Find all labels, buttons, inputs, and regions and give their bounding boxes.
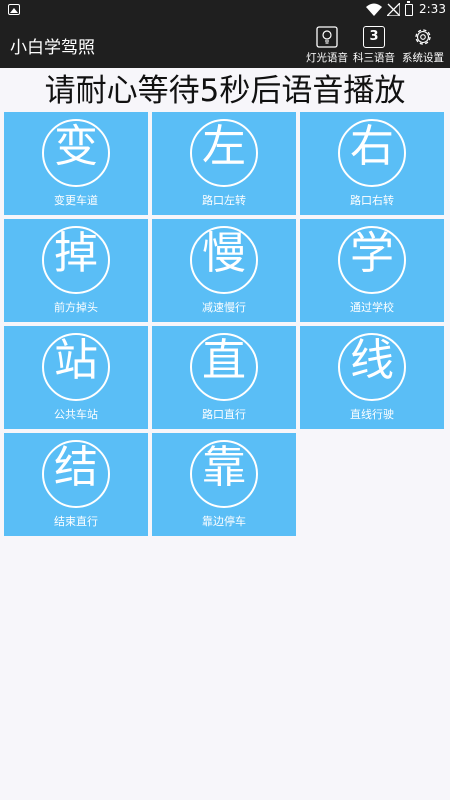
- tile-label: 变更车道: [54, 194, 98, 207]
- status-bar: 2:33: [0, 0, 450, 20]
- tile-straight-drive[interactable]: 线 直线行驶: [300, 326, 444, 429]
- status-time: 2:33: [419, 2, 446, 16]
- system-settings-button[interactable]: 系统设置: [398, 24, 448, 66]
- system-settings-label: 系统设置: [402, 52, 444, 64]
- tile-char: 左: [202, 121, 246, 172]
- tile-char: 线: [350, 335, 394, 386]
- tile-slow-down[interactable]: 慢 减速慢行: [152, 219, 296, 322]
- tile-label: 路口直行: [202, 408, 246, 421]
- tile-pull-over[interactable]: 靠 靠边停车: [152, 433, 296, 536]
- light-voice-button[interactable]: 灯光语音: [302, 24, 352, 66]
- tile-char: 掉: [54, 228, 98, 279]
- tile-label: 公共车站: [54, 408, 98, 421]
- tile-pass-school[interactable]: 学 通过学校: [300, 219, 444, 322]
- tile-label: 结束直行: [54, 515, 98, 528]
- tile-char: 变: [54, 121, 98, 172]
- tile-char: 慢: [202, 228, 246, 279]
- tile-label: 前方掉头: [54, 301, 98, 314]
- tile-bus-stop[interactable]: 站 公共车站: [4, 326, 148, 429]
- app-bar: 小白学驾照 灯光语音 3 科三语音 系统设置: [0, 20, 450, 68]
- subject3-voice-button[interactable]: 3 科三语音: [349, 24, 399, 66]
- tile-label: 靠边停车: [202, 515, 246, 528]
- gallery-icon: [8, 4, 20, 15]
- tile-end-straight[interactable]: 结 结束直行: [4, 433, 148, 536]
- tile-char: 学: [350, 228, 394, 279]
- wifi-icon: [366, 3, 382, 16]
- tile-label: 路口右转: [350, 194, 394, 207]
- tile-u-turn[interactable]: 掉 前方掉头: [4, 219, 148, 322]
- tile-char: 结: [54, 442, 98, 493]
- tile-turn-right[interactable]: 右 路口右转: [300, 112, 444, 215]
- tile-char: 站: [54, 335, 98, 386]
- light-voice-label: 灯光语音: [306, 52, 348, 64]
- tile-char: 直: [202, 335, 246, 386]
- number-3-icon: 3: [363, 26, 385, 48]
- tile-change-lane[interactable]: 变 变更车道: [4, 112, 148, 215]
- tile-turn-left[interactable]: 左 路口左转: [152, 112, 296, 215]
- app-title: 小白学驾照: [10, 38, 95, 58]
- tile-label: 通过学校: [350, 301, 394, 314]
- gear-icon: [415, 29, 431, 45]
- light-bulb-icon: [316, 26, 338, 48]
- signal-off-icon: [387, 3, 400, 16]
- tile-char: 靠: [202, 442, 246, 493]
- tile-char: 右: [350, 121, 394, 172]
- battery-icon: [405, 1, 413, 16]
- tile-go-straight[interactable]: 直 路口直行: [152, 326, 296, 429]
- subject3-voice-label: 科三语音: [353, 52, 395, 64]
- tile-label: 减速慢行: [202, 301, 246, 314]
- tile-label: 直线行驶: [350, 408, 394, 421]
- wait-notice: 请耐心等待5秒后语音播放: [44, 73, 406, 109]
- tile-label: 路口左转: [202, 194, 246, 207]
